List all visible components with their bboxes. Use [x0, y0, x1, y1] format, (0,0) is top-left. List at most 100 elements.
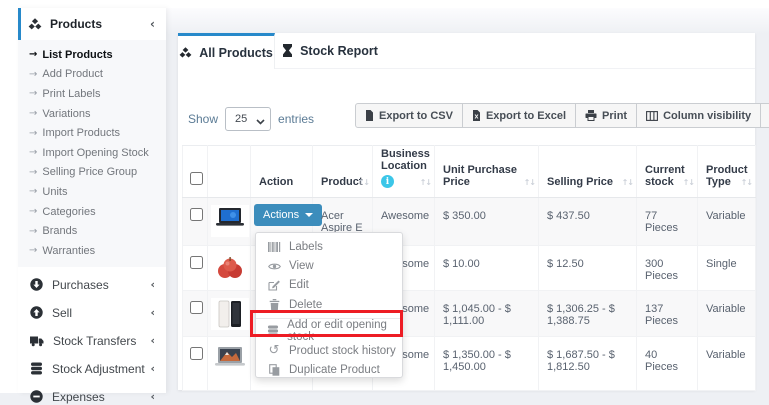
sort-icon: ↑↓	[420, 178, 431, 187]
selling-price-cell: $ 437.50	[539, 198, 637, 246]
minus-circle-icon	[30, 390, 43, 403]
edit-icon	[266, 279, 282, 291]
entries-select[interactable]: 25	[225, 107, 271, 131]
dropdown-item-edit[interactable]: Edit	[256, 276, 402, 295]
purchase-price-cell: $ 1,350.00 - $ 1,450.00	[435, 337, 539, 391]
sidebar-item-purchases[interactable]: Purchases ‹	[18, 271, 166, 299]
product-image-laptop	[211, 205, 249, 237]
column-visibility-button[interactable]: Column visibility	[636, 103, 761, 128]
show-entries: Show 25 entries	[188, 107, 314, 131]
copy-icon	[266, 364, 282, 376]
location-column-header[interactable]: Business Locationi↑↓	[373, 146, 435, 198]
sidebar-item-stock-transfers[interactable]: Stock Transfers ‹	[18, 327, 166, 355]
chevron-left-icon: ‹	[150, 279, 155, 290]
sort-icon: ↑↓	[524, 178, 535, 187]
product-image-cell	[208, 246, 251, 291]
printer-icon	[585, 110, 597, 121]
barcode-icon	[266, 242, 282, 252]
selling-price-column-header[interactable]: Selling Price↑↓	[539, 146, 637, 198]
arrow-right-icon: →	[29, 128, 37, 139]
caret-down-icon	[305, 213, 313, 217]
tab-all-products-label: All Products	[199, 46, 273, 60]
sidebar-subitem-import-opening-stock[interactable]: →Import Opening Stock	[18, 143, 166, 163]
sidebar-item-products[interactable]: Products ‹	[18, 8, 166, 40]
selling-price-cell: $ 1,687.50 - $ 1,812.50	[539, 337, 637, 391]
sidebar-subitem-list-products[interactable]: →List Products	[18, 45, 166, 65]
actions-dropdown-button[interactable]: Actions	[254, 204, 322, 226]
sidebar-subitem-warranties[interactable]: →Warranties	[18, 241, 166, 261]
sidebar-subitem-selling-price-group[interactable]: →Selling Price Group	[18, 163, 166, 183]
sidebar-subitem-import-products[interactable]: →Import Products	[18, 123, 166, 143]
hourglass-icon	[282, 44, 293, 57]
dropdown-item-duplicate-product[interactable]: Duplicate Product	[256, 360, 402, 379]
arrow-right-icon: →	[29, 167, 37, 178]
sidebar-subitem-brands[interactable]: →Brands	[18, 221, 166, 241]
row-checkbox[interactable]	[190, 347, 203, 360]
sort-icon: ↑↓	[741, 178, 752, 187]
product-image-cell	[208, 291, 251, 337]
actions-dropdown-menu: Labels View Edit Delete Add or edit open…	[255, 232, 403, 378]
tab-all-products[interactable]: All Products	[178, 33, 275, 69]
file-excel-icon	[472, 110, 481, 121]
products-submenu: →List Products →Add Product →Print Label…	[18, 40, 166, 267]
product-image-phones	[211, 298, 249, 330]
row-checkbox-cell	[183, 337, 208, 391]
arrow-right-icon: →	[29, 88, 37, 99]
purchase-price-cell: $ 10.00	[435, 246, 539, 291]
select-all-header	[183, 146, 208, 198]
cubes-icon	[28, 18, 42, 31]
sort-icon: ↑↓	[358, 178, 369, 187]
truck-icon	[30, 335, 44, 347]
selling-price-cell: $ 1,306.25 - $ 1,388.75	[539, 291, 637, 337]
arrow-right-icon: →	[29, 147, 37, 158]
dropdown-item-delete[interactable]: Delete	[256, 295, 402, 314]
history-icon: ↺	[266, 344, 282, 357]
row-checkbox-cell	[183, 291, 208, 337]
sidebar-item-sell[interactable]: Sell ‹	[18, 299, 166, 327]
sidebar-products-label: Products	[50, 17, 102, 31]
product-type-cell: Single	[698, 246, 756, 291]
product-type-cell: Variable	[698, 291, 756, 337]
chevron-left-icon: ‹	[150, 391, 155, 402]
dropdown-item-product-stock-history[interactable]: ↺ Product stock history	[256, 341, 402, 360]
product-image-cell	[208, 337, 251, 391]
dropdown-item-view[interactable]: View	[256, 256, 402, 275]
sidebar-item-stock-adjustment[interactable]: Stock Adjustment ‹	[18, 355, 166, 383]
row-checkbox[interactable]	[190, 301, 203, 314]
product-column-header[interactable]: Product↑↓	[313, 146, 373, 198]
current-stock-cell: 40 Pieces	[637, 337, 698, 391]
purchase-price-column-header[interactable]: Unit Purchase Price↑↓	[435, 146, 539, 198]
eye-icon	[266, 262, 282, 271]
sort-icon: ↑↓	[683, 178, 694, 187]
sidebar-item-expenses[interactable]: Expenses ‹	[18, 383, 166, 405]
current-stock-column-header[interactable]: Current stock↑↓	[637, 146, 698, 198]
chevron-left-icon: ‹	[150, 363, 155, 374]
action-column-header: Action	[251, 146, 313, 198]
tab-stock-report[interactable]: Stock Report	[275, 33, 385, 68]
table-header-row: Action Product↑↓ Business Locationi↑↓ Un…	[183, 146, 756, 198]
selling-price-cell: $ 12.50	[539, 246, 637, 291]
export-pdf-button[interactable]: Export to PDF	[760, 103, 769, 128]
sidebar-subitem-print-labels[interactable]: →Print Labels	[18, 84, 166, 104]
print-button[interactable]: Print	[575, 103, 637, 128]
export-excel-button[interactable]: Export to Excel	[462, 103, 576, 128]
product-image-apples	[211, 253, 249, 285]
info-icon[interactable]: i	[381, 175, 394, 188]
dropdown-item-labels[interactable]: Labels	[256, 237, 402, 256]
sidebar: Products ‹ →List Products →Add Product →…	[18, 8, 166, 393]
arrow-right-icon: →	[29, 206, 37, 217]
export-csv-button[interactable]: Export to CSV	[355, 103, 463, 128]
database-icon	[266, 325, 280, 337]
sidebar-subitem-add-product[interactable]: →Add Product	[18, 65, 166, 85]
sidebar-subitem-categories[interactable]: →Categories	[18, 202, 166, 222]
row-checkbox[interactable]	[190, 256, 203, 269]
select-all-checkbox[interactable]	[190, 172, 203, 185]
sidebar-subitem-variations[interactable]: →Variations	[18, 104, 166, 124]
dropdown-item-add-edit-opening-stock[interactable]: Add or edit opening stock	[256, 322, 402, 341]
row-checkbox[interactable]	[190, 208, 203, 221]
sidebar-subitem-units[interactable]: →Units	[18, 182, 166, 202]
image-column-header	[208, 146, 251, 198]
product-type-column-header[interactable]: Product Type↑↓	[698, 146, 756, 198]
tab-stock-report-label: Stock Report	[300, 44, 378, 58]
chevron-left-icon: ‹	[150, 18, 155, 30]
